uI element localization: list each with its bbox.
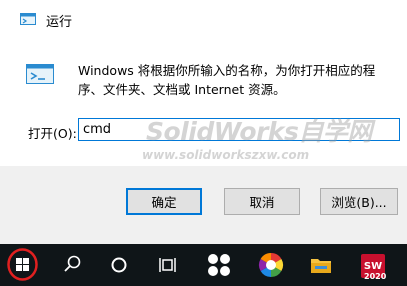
solidworks-version-badge: 2020 <box>364 272 387 281</box>
open-command-input[interactable] <box>78 118 400 141</box>
task-view-button[interactable] <box>147 244 189 286</box>
folder-icon <box>311 259 331 273</box>
start-button[interactable] <box>2 244 44 286</box>
color-ball-icon <box>258 253 284 277</box>
run-large-icon <box>26 64 54 84</box>
windows-logo-icon <box>7 248 38 281</box>
solidworks-2020[interactable]: SW 2020 <box>352 244 394 286</box>
highlight-circle <box>7 248 38 281</box>
browse-button[interactable]: 浏览(B)... <box>320 188 398 215</box>
run-dialog: 运行 Windows 将根据你所输入的名称，为你打开相应的程序、文件夹、文档或 … <box>0 0 407 244</box>
cortana-circle-icon <box>111 257 127 273</box>
search-button[interactable] <box>51 244 93 286</box>
dialog-description: Windows 将根据你所输入的名称，为你打开相应的程序、文件夹、文档或 Int… <box>78 63 376 97</box>
ok-button[interactable]: 确定 <box>126 188 202 215</box>
search-icon <box>64 255 81 272</box>
run-app-icon <box>20 13 36 25</box>
app-colorful[interactable] <box>250 244 292 286</box>
open-label: 打开(O): <box>28 126 77 141</box>
title-bar[interactable]: 运行 <box>0 0 407 34</box>
task-view-icon <box>159 258 176 272</box>
taskbar: SW 2020 <box>0 244 407 286</box>
file-explorer[interactable] <box>300 244 342 286</box>
cancel-button[interactable]: 取消 <box>224 188 300 215</box>
svg-text:SW: SW <box>364 261 382 272</box>
pinwheel-icon <box>208 254 230 276</box>
dialog-content-area <box>0 34 407 166</box>
cortana-button[interactable] <box>98 244 140 286</box>
dialog-title: 运行 <box>46 15 73 30</box>
app-pinwheel[interactable] <box>198 244 240 286</box>
